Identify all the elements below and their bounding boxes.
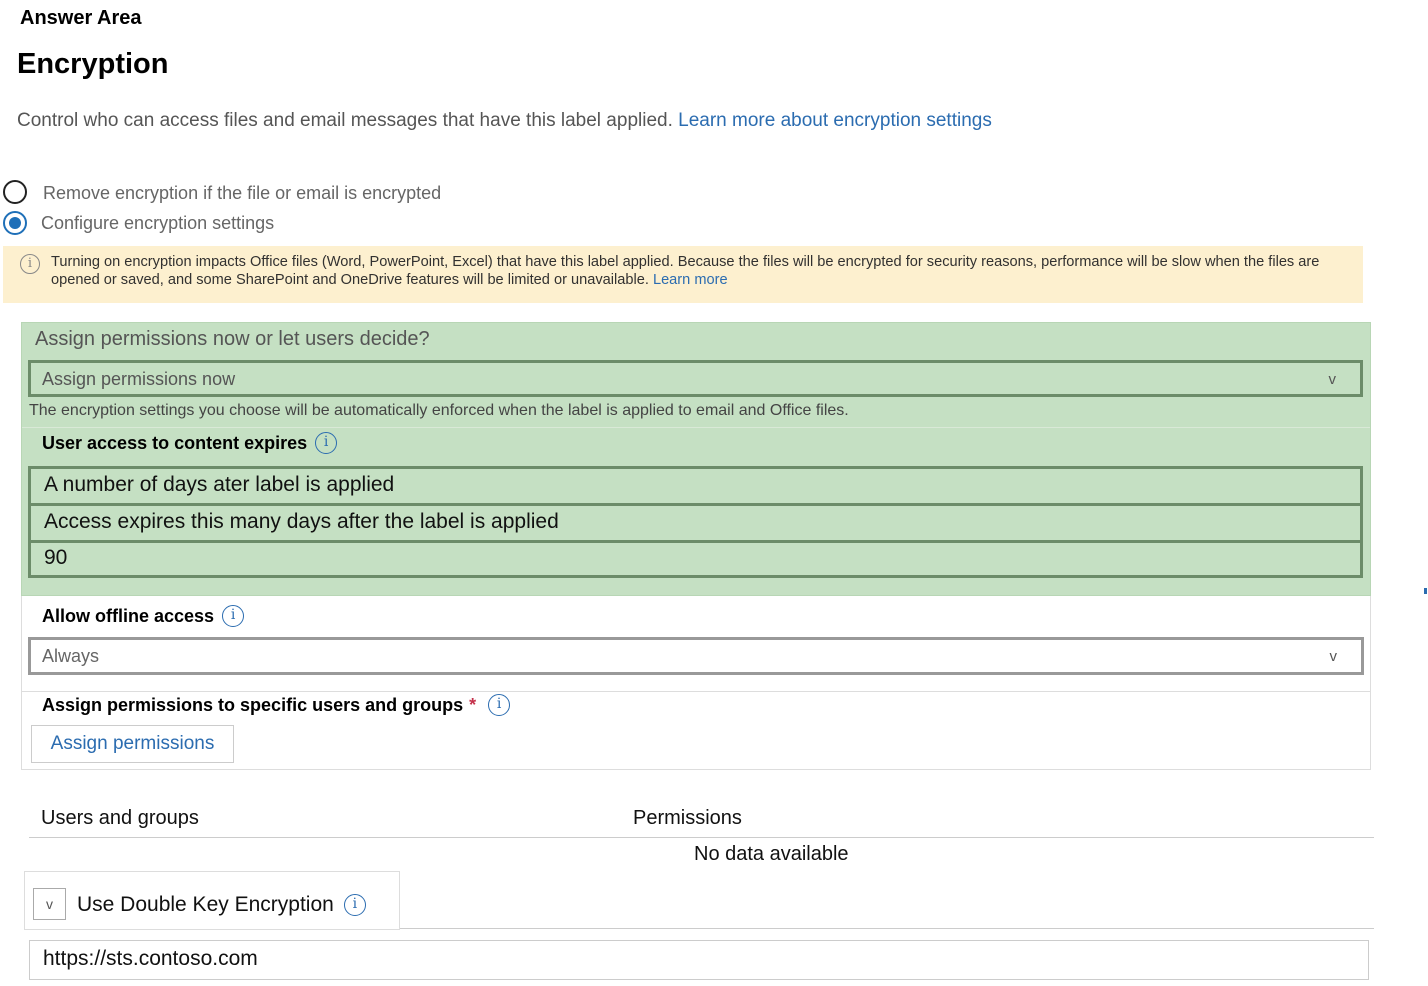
offline-access-value: Always (42, 646, 100, 666)
table-empty-message: No data available (694, 843, 849, 865)
expiry-label-row: User access to content expires i (42, 432, 338, 454)
column-header-permissions: Permissions (633, 807, 742, 829)
warning-learn-more-link[interactable]: Learn more (653, 272, 728, 288)
assign-question-label: Assign permissions now or let users deci… (35, 328, 430, 350)
expiry-days-label-box: Access expires this many days after the … (28, 503, 1363, 543)
offline-access-label: Allow offline access (42, 605, 215, 626)
remove-encryption-option[interactable]: Remove encryption if the file or email i… (3, 179, 441, 204)
description-text: Control who can access files and email m… (17, 110, 673, 131)
expiry-label: User access to content expires (42, 432, 308, 453)
configure-encryption-label: Configure encryption settings (41, 212, 275, 233)
assign-note: The encryption settings you choose will … (29, 402, 849, 419)
table-divider (29, 837, 1374, 838)
info-icon[interactable]: i (315, 432, 338, 454)
configure-encryption-option[interactable]: Configure encryption settings (3, 211, 274, 235)
dke-label-row: Use Double Key Encryption i (77, 893, 366, 917)
divider (22, 691, 1370, 692)
dke-label: Use Double Key Encryption (77, 893, 334, 916)
page-title: Encryption (17, 48, 169, 80)
info-icon[interactable]: i (488, 694, 511, 716)
info-icon: i (20, 254, 40, 274)
configure-encryption-radio[interactable] (3, 211, 27, 235)
offline-label-row: Allow offline access i (42, 605, 245, 627)
expiry-option-select[interactable]: A number of days ater label is applied (28, 466, 1363, 506)
column-header-users: Users and groups (41, 807, 199, 829)
remove-encryption-radio[interactable] (3, 179, 27, 204)
assign-users-label: Assign permissions to specific users and… (42, 694, 464, 715)
remove-encryption-label: Remove encryption if the file or email i… (43, 183, 442, 203)
divider (400, 928, 1374, 929)
assign-permissions-select[interactable]: Assign permissions now v (28, 360, 1363, 397)
edge-mark (1424, 588, 1427, 594)
expiry-days-label: Access expires this many days after the … (44, 510, 559, 533)
info-icon[interactable]: i (222, 605, 245, 627)
page-description: Control who can access files and email m… (17, 110, 992, 132)
encryption-warning-banner: i Turning on encryption impacts Office f… (3, 246, 1363, 303)
chevron-down-icon: v (1329, 648, 1338, 665)
divider (22, 427, 1370, 428)
dke-url-input[interactable]: https://sts.contoso.com (29, 940, 1369, 980)
offline-access-select[interactable]: Always v (28, 637, 1364, 675)
assign-users-label-row: Assign permissions to specific users and… (42, 694, 511, 716)
expiry-days-value: 90 (44, 546, 68, 569)
learn-more-encryption-link[interactable]: Learn more about encryption settings (678, 110, 992, 131)
chevron-down-icon[interactable]: v (33, 888, 66, 920)
expiry-days-input[interactable]: 90 (28, 540, 1363, 578)
expiry-option-value: A number of days ater label is applied (44, 473, 395, 496)
answer-area-heading: Answer Area (20, 7, 142, 29)
required-mark: * (469, 694, 477, 715)
assign-permissions-value: Assign permissions now (42, 369, 236, 389)
info-icon[interactable]: i (343, 894, 366, 916)
chevron-down-icon: v (1328, 371, 1337, 388)
assign-permissions-button[interactable]: Assign permissions (31, 725, 234, 763)
